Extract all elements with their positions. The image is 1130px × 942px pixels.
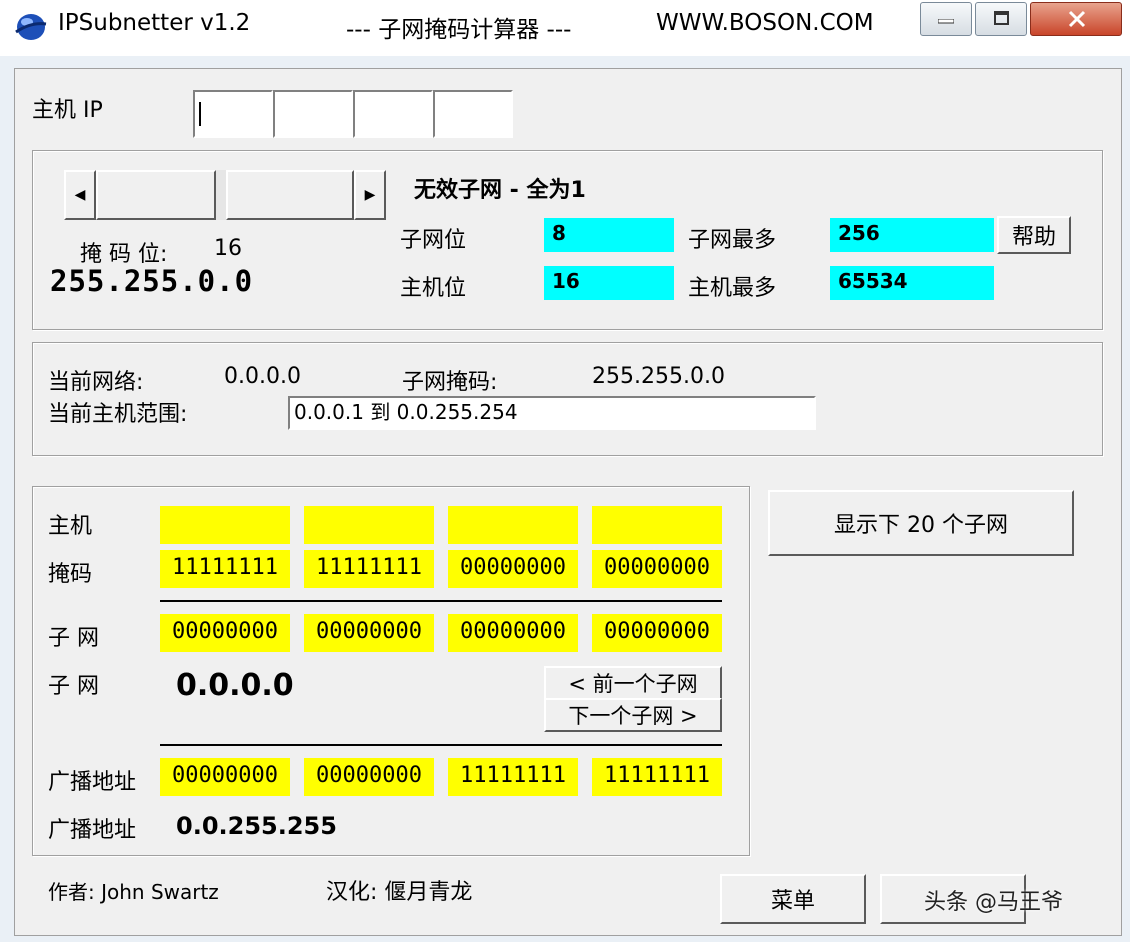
- max-hosts-value: 65534: [830, 266, 994, 300]
- broadcast-binary-octet-1: 00000000: [160, 758, 290, 796]
- max-hosts-label: 主机最多: [688, 276, 777, 301]
- max-subnets-value: 256: [830, 218, 994, 252]
- host-ip-octet-4[interactable]: [433, 90, 513, 138]
- watermark: 头条 @马王爷: [924, 890, 1063, 915]
- current-network-label: 当前网络:: [48, 370, 144, 395]
- subnet-bits-value: 8: [544, 218, 674, 252]
- host-binary-octet-4: [592, 506, 722, 544]
- host-binary-octet-3: [448, 506, 578, 544]
- binary-subnet-label: 子 网: [48, 626, 99, 651]
- help-button[interactable]: 帮助: [997, 216, 1071, 254]
- mask-binary-octet-4: 00000000: [592, 550, 722, 588]
- close-icon: [1068, 10, 1086, 28]
- scroll-thumb[interactable]: [96, 170, 216, 220]
- broadcast-decimal-label: 广播地址: [48, 818, 137, 843]
- broadcast-binary-octet-3: 11111111: [448, 758, 578, 796]
- separator-line: [160, 744, 722, 746]
- subnet-status: 无效子网 - 全为1: [414, 178, 586, 203]
- subnet-binary-octet-3: 00000000: [448, 614, 578, 652]
- app-globe-icon: [15, 14, 47, 40]
- minimize-button[interactable]: [920, 2, 972, 36]
- menu-button[interactable]: 菜单: [720, 874, 866, 924]
- app-subtitle: --- 子网掩码计算器 ---: [346, 17, 572, 43]
- host-range-field[interactable]: 0.0.0.1 到 0.0.255.254: [288, 396, 816, 430]
- app-title: IPSubnetter v1.2: [58, 10, 251, 36]
- binary-mask-label: 掩码: [48, 562, 93, 587]
- website-label: WWW.BOSON.COM: [656, 10, 874, 36]
- host-bits-value: 16: [544, 266, 674, 300]
- host-ip-input-group: [193, 90, 513, 138]
- broadcast-binary-octet-2: 00000000: [304, 758, 434, 796]
- arrow-right-icon: ▶: [364, 187, 376, 203]
- host-range-label: 当前主机范围:: [48, 402, 188, 427]
- host-bits-label: 主机位: [400, 276, 467, 301]
- broadcast-decimal-value: 0.0.255.255: [176, 812, 337, 840]
- mask-binary-octet-3: 00000000: [448, 550, 578, 588]
- previous-subnet-button[interactable]: < 前一个子网: [544, 666, 722, 700]
- mask-binary-octet-1: 11111111: [160, 550, 290, 588]
- author-label: 作者: John Swartz: [48, 880, 219, 904]
- binary-broadcast-label: 广播地址: [48, 770, 137, 795]
- close-button[interactable]: [1030, 2, 1122, 36]
- subnet-mask-label: 子网掩码:: [402, 370, 498, 395]
- host-ip-label: 主机 IP: [32, 98, 103, 123]
- host-ip-octet-3[interactable]: [353, 90, 433, 138]
- maximize-icon: [994, 11, 1009, 25]
- next-subnet-button[interactable]: 下一个子网 >: [544, 698, 722, 732]
- binary-host-label: 主机: [48, 514, 93, 539]
- subnet-binary-octet-1: 00000000: [160, 614, 290, 652]
- host-ip-octet-1[interactable]: [193, 90, 273, 138]
- maximize-button[interactable]: [975, 2, 1027, 36]
- subnet-binary-octet-4: 00000000: [592, 614, 722, 652]
- mask-bits-scrollbar[interactable]: ◀ ▶: [64, 170, 386, 220]
- mask-binary-octet-2: 11111111: [304, 550, 434, 588]
- show-next-20-subnets-button[interactable]: 显示下 20 个子网: [768, 490, 1074, 556]
- separator-line: [160, 600, 722, 602]
- mask-bits-value: 16: [214, 236, 242, 261]
- mask-dotted-value: 255.255.0.0: [50, 264, 254, 298]
- host-ip-octet-2[interactable]: [273, 90, 353, 138]
- host-binary-octet-2: [304, 506, 434, 544]
- subnet-decimal-value: 0.0.0.0: [176, 668, 294, 703]
- max-subnets-label: 子网最多: [688, 228, 777, 253]
- scroll-page-area[interactable]: [226, 170, 354, 220]
- scroll-left-button[interactable]: ◀: [64, 170, 96, 220]
- host-binary-octet-1: [160, 506, 290, 544]
- subnet-mask-value: 255.255.0.0: [592, 364, 725, 389]
- title-bar: IPSubnetter v1.2 --- 子网掩码计算器 --- WWW.BOS…: [0, 0, 1130, 56]
- subnet-bits-label: 子网位: [400, 228, 467, 253]
- current-network-value: 0.0.0.0: [224, 364, 301, 389]
- translator-label: 汉化: 偃月青龙: [326, 880, 473, 905]
- arrow-left-icon: ◀: [74, 187, 86, 203]
- subnet-binary-octet-2: 00000000: [304, 614, 434, 652]
- minimize-icon: [938, 19, 954, 24]
- text-caret: [199, 102, 201, 126]
- scroll-right-button[interactable]: ▶: [354, 170, 386, 220]
- broadcast-binary-octet-4: 11111111: [592, 758, 722, 796]
- subnet-decimal-label: 子 网: [48, 674, 99, 699]
